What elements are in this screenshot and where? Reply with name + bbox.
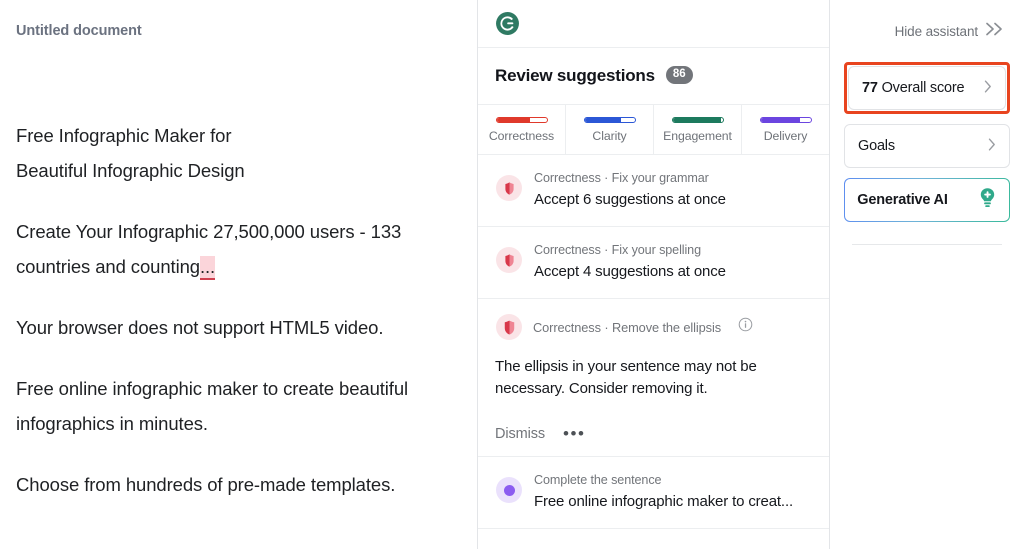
- tab-engagement-label: Engagement: [663, 128, 732, 143]
- assistant-logo-bar: [478, 0, 829, 48]
- suggestions-list: Correctness · Fix your grammar Accept 6 …: [478, 155, 829, 549]
- suggestion-icon-container: [495, 174, 523, 202]
- doc-line-1: Free Infographic Maker for: [16, 125, 232, 146]
- correctness-shield-icon: [504, 181, 514, 195]
- chevron-double-right-icon: [984, 21, 1006, 42]
- generative-ai-inner: Generative AI: [845, 179, 1009, 221]
- overall-score-card[interactable]: 77 Overall score: [848, 66, 1006, 110]
- suggestion-icon-container: [495, 246, 523, 274]
- correctness-shield-icon: [504, 253, 514, 267]
- suggestion-card-body: The ellipsis in your sentence may not be…: [495, 358, 757, 397]
- tab-delivery[interactable]: Delivery: [742, 105, 829, 154]
- engagement-progress-bar: [671, 116, 724, 123]
- suggestion-text-block: Complete the sentence Free online infogr…: [534, 472, 811, 513]
- goals-card[interactable]: Goals: [844, 124, 1010, 168]
- document-paragraph-1: Free Infographic Maker for Beautiful Inf…: [16, 118, 446, 188]
- overall-score-value: 77: [862, 80, 878, 96]
- generative-ai-card[interactable]: Generative AI: [844, 178, 1010, 222]
- chevron-right-icon: [988, 138, 996, 154]
- assistant-header: Review suggestions 86: [478, 48, 829, 105]
- more-options-icon[interactable]: •••: [563, 425, 585, 442]
- engagement-dot-icon: [503, 484, 515, 496]
- doc-line-2: Beautiful Infographic Design: [16, 160, 245, 181]
- suggestion-card-header: Correctness · Remove the ellipsis: [495, 313, 811, 341]
- suggestion-category: Correctness · Fix your grammar: [534, 171, 709, 185]
- overall-score-text: Overall score: [881, 80, 965, 96]
- hide-assistant-label: Hide assistant: [894, 23, 978, 39]
- score-sidebar: Hide assistant 77 Overall score Goals Ge…: [830, 0, 1024, 549]
- document-paragraph-3: Your browser does not support HTML5 vide…: [16, 310, 446, 345]
- document-paragraph-2: Create Your Infographic 27,500,000 users…: [16, 214, 446, 284]
- generative-ai-label: Generative AI: [857, 192, 948, 208]
- ellipsis-highlight[interactable]: ...: [199, 256, 215, 280]
- goals-label: Goals: [858, 138, 895, 154]
- category-tabs: Correctness Clarity Engagement Delivery: [478, 105, 829, 155]
- dismiss-button[interactable]: Dismiss: [495, 426, 545, 442]
- suggestion-card-actions: Dismiss •••: [495, 425, 811, 442]
- suggestion-icon-container: [495, 476, 523, 504]
- doc-text-html5: Your browser does not support HTML5 vide…: [16, 317, 384, 338]
- suggestion-action: Accept 4 suggestions at once: [534, 263, 726, 280]
- suggestion-action: Free online infographic maker to creat..…: [534, 493, 793, 510]
- info-circle-icon[interactable]: [738, 317, 753, 337]
- overall-score-highlight-box: 77 Overall score: [844, 62, 1010, 114]
- document-paragraph-4: Free online infographic maker to create …: [16, 371, 446, 441]
- suggestion-text-block: Correctness · Fix your grammar Accept 6 …: [534, 170, 811, 211]
- suggestion-row-spelling[interactable]: Correctness · Fix your spelling Accept 4…: [478, 227, 829, 299]
- grammarly-editor-app: Untitled document Free Infographic Maker…: [0, 0, 1024, 549]
- suggestions-count-badge: 86: [665, 66, 693, 84]
- suggestion-icon-container: [495, 313, 523, 341]
- document-paragraph-5: Choose from hundreds of pre-made templat…: [16, 467, 446, 502]
- suggestion-category: Complete the sentence: [534, 473, 662, 487]
- delivery-progress-bar: [759, 116, 812, 123]
- tab-correctness[interactable]: Correctness: [478, 105, 566, 154]
- purple-underlined-sentence[interactable]: Free online infographic maker to create …: [16, 378, 408, 436]
- suggestion-card-remove-ellipsis[interactable]: Correctness · Remove the ellipsis The el…: [478, 299, 829, 457]
- lightbulb-plus-icon: [978, 187, 997, 213]
- grammarly-g-logo-icon[interactable]: [495, 11, 520, 36]
- overall-score-label: 77 Overall score: [862, 80, 984, 96]
- doc-text-templates: Choose from hundreds of pre-made templat…: [16, 474, 396, 495]
- tab-clarity[interactable]: Clarity: [566, 105, 654, 154]
- sidebar-divider: [852, 244, 1002, 245]
- suggestion-category: Correctness · Fix your spelling: [534, 243, 701, 257]
- document-pane: Untitled document Free Infographic Maker…: [0, 0, 478, 549]
- tab-delivery-label: Delivery: [763, 128, 808, 143]
- suggestion-action: Accept 6 suggestions at once: [534, 191, 726, 208]
- suggestion-row-grammar[interactable]: Correctness · Fix your grammar Accept 6 …: [478, 155, 829, 227]
- assistant-pane: Review suggestions 86 Correctness Clarit…: [478, 0, 830, 549]
- correctness-shield-icon: [504, 319, 514, 335]
- document-body[interactable]: Free Infographic Maker for Beautiful Inf…: [16, 118, 446, 528]
- tab-engagement[interactable]: Engagement: [654, 105, 742, 154]
- document-title: Untitled document: [16, 23, 142, 39]
- tab-correctness-label: Correctness: [488, 128, 555, 143]
- hide-assistant-button[interactable]: Hide assistant: [844, 0, 1010, 62]
- chevron-right-icon: [984, 80, 992, 96]
- tab-clarity-label: Clarity: [592, 128, 627, 143]
- suggestion-card-category: Correctness · Remove the ellipsis: [533, 319, 722, 335]
- review-suggestions-title: Review suggestions: [495, 66, 655, 85]
- correctness-progress-bar: [495, 116, 548, 123]
- clarity-progress-bar: [583, 116, 636, 123]
- suggestion-text-block: Correctness · Fix your spelling Accept 4…: [534, 242, 811, 283]
- suggestion-row-complete-sentence[interactable]: Complete the sentence Free online infogr…: [478, 457, 829, 529]
